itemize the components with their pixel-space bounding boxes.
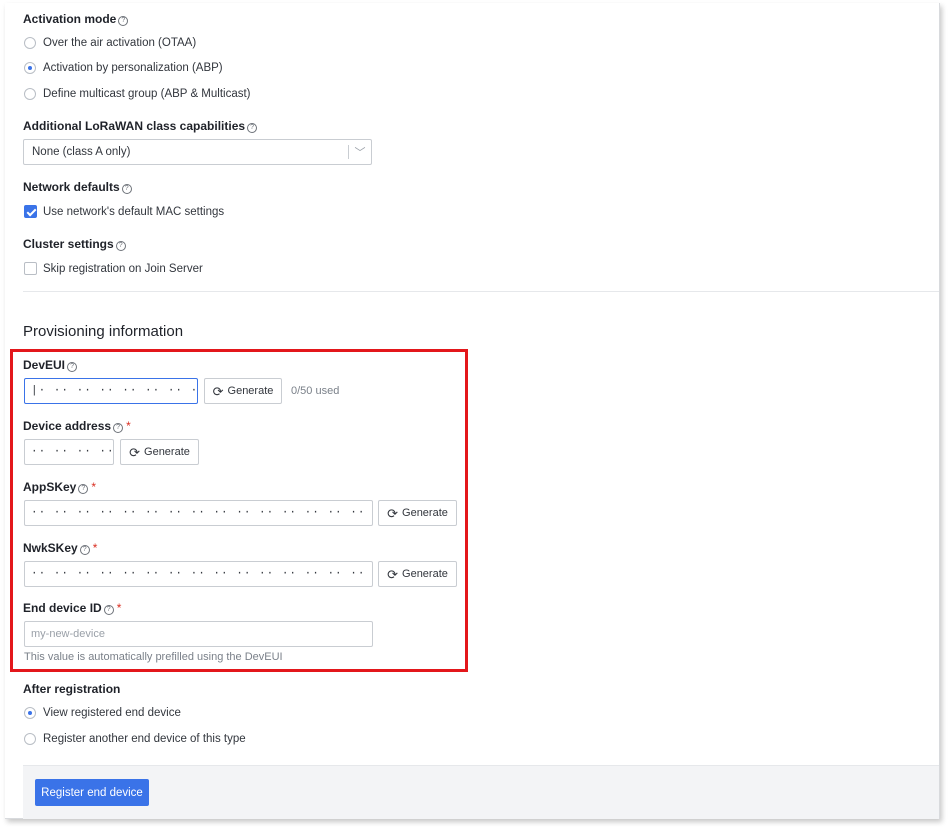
radio-otaa-label: Over the air activation (OTAA)	[43, 37, 197, 49]
radio-icon[interactable]	[24, 88, 36, 100]
refresh-icon: ⟳	[387, 505, 399, 521]
help-icon[interactable]: ?	[103, 605, 114, 615]
refresh-icon: ⟳	[129, 444, 141, 460]
radio-abp[interactable]: Activation by personalization (ABP)	[24, 62, 223, 74]
appskey-label: AppSKey? *	[23, 480, 96, 494]
radio-icon[interactable]	[24, 733, 36, 745]
form-footer	[23, 765, 939, 819]
appskey-input[interactable]: ·· ·· ·· ·· ·· ·· ·· ·· ·· ·· ·· ·· ·· ·…	[24, 500, 373, 526]
radio-multicast-label: Define multicast group (ABP & Multicast)	[43, 88, 251, 100]
refresh-icon: ⟳	[212, 383, 224, 399]
help-icon[interactable]: ?	[118, 16, 129, 26]
radio-selected-icon[interactable]	[24, 62, 36, 74]
generate-label: Generate	[144, 446, 190, 458]
class-capabilities-text: Additional LoRaWAN class capabilities	[23, 119, 246, 133]
class-capabilities-value: None (class A only)	[32, 146, 131, 158]
form-panel: Activation mode? Over the air activation…	[5, 3, 940, 819]
radio-view-registered[interactable]: View registered end device	[24, 707, 181, 719]
radio-register-another[interactable]: Register another end device of this type	[24, 733, 246, 745]
generate-label: Generate	[402, 507, 448, 519]
required-marker: *	[92, 541, 98, 555]
network-defaults-text: Network defaults	[23, 180, 120, 194]
network-defaults-label: Network defaults?	[23, 180, 132, 194]
checkbox-checked-icon[interactable]	[24, 205, 37, 218]
required-marker: *	[91, 480, 97, 494]
default-mac-label: Use network's default MAC settings	[43, 205, 225, 218]
deveui-text: DevEUI	[23, 358, 66, 372]
device-address-generate-button[interactable]: ⟳ Generate	[120, 439, 199, 465]
generate-label: Generate	[227, 385, 274, 397]
deveui-input[interactable]: |· ·· ·· ·· ·· ·· ·· ··	[24, 378, 198, 404]
device-address-label: Device address? *	[23, 419, 131, 433]
radio-selected-icon[interactable]	[24, 707, 36, 719]
radio-otaa[interactable]: Over the air activation (OTAA)	[24, 37, 196, 49]
deveui-label: DevEUI?	[23, 358, 78, 372]
refresh-icon: ⟳	[387, 566, 399, 582]
deveui-generate-button[interactable]: ⟳ Generate	[204, 378, 282, 404]
help-icon[interactable]: ?	[78, 484, 89, 494]
appskey-text: AppSKey	[23, 480, 77, 494]
help-icon[interactable]: ?	[121, 184, 132, 194]
skip-join-server-label: Skip registration on Join Server	[43, 262, 203, 275]
deveui-usage: 0/50 used	[291, 385, 340, 397]
radio-register-another-label: Register another end device of this type	[43, 733, 246, 745]
radio-view-registered-label: View registered end device	[43, 707, 181, 719]
generate-label: Generate	[402, 568, 448, 580]
nwkskey-label: NwkSKey? *	[23, 541, 97, 555]
nwkskey-text: NwkSKey	[23, 541, 78, 555]
skip-join-server-checkbox[interactable]: Skip registration on Join Server	[24, 262, 203, 275]
class-capabilities-label: Additional LoRaWAN class capabilities?	[23, 119, 258, 133]
end-device-id-input[interactable]: my-new-device	[24, 621, 373, 647]
appskey-generate-button[interactable]: ⟳ Generate	[378, 500, 457, 526]
device-address-text: Device address	[23, 419, 112, 433]
radio-abp-label: Activation by personalization (ABP)	[43, 62, 223, 74]
help-icon[interactable]: ?	[115, 241, 126, 251]
help-icon[interactable]: ?	[247, 123, 258, 133]
nwkskey-input[interactable]: ·· ·· ·· ·· ·· ·· ·· ·· ·· ·· ·· ·· ·· ·…	[24, 561, 373, 587]
after-registration-label: After registration	[23, 682, 121, 696]
section-divider	[23, 291, 939, 292]
nwkskey-generate-button[interactable]: ⟳ Generate	[378, 561, 457, 587]
radio-icon[interactable]	[24, 37, 36, 49]
end-device-id-text: End device ID	[23, 601, 102, 615]
class-capabilities-select[interactable]: None (class A only) ﹀	[23, 139, 372, 165]
radio-multicast[interactable]: Define multicast group (ABP & Multicast)	[24, 88, 251, 100]
provisioning-title: Provisioning information	[23, 323, 184, 340]
help-icon[interactable]: ?	[67, 362, 78, 372]
cluster-settings-text: Cluster settings	[23, 237, 114, 251]
chevron-down-icon[interactable]: ﹀	[349, 144, 371, 160]
help-icon[interactable]: ?	[79, 545, 90, 555]
activation-mode-label: Activation mode?	[23, 12, 129, 26]
default-mac-checkbox[interactable]: Use network's default MAC settings	[24, 205, 224, 218]
activation-mode-text: Activation mode	[23, 12, 117, 26]
end-device-id-hint: This value is automatically prefilled us…	[24, 651, 283, 663]
required-marker: *	[116, 601, 122, 615]
cluster-settings-label: Cluster settings?	[23, 237, 126, 251]
register-end-device-button[interactable]: Register end device	[35, 779, 149, 806]
help-icon[interactable]: ?	[113, 423, 124, 433]
end-device-id-label: End device ID? *	[23, 601, 121, 615]
checkbox-icon[interactable]	[24, 262, 37, 275]
device-address-input[interactable]: ·· ·· ·· ··	[24, 439, 114, 465]
required-marker: *	[126, 419, 131, 433]
